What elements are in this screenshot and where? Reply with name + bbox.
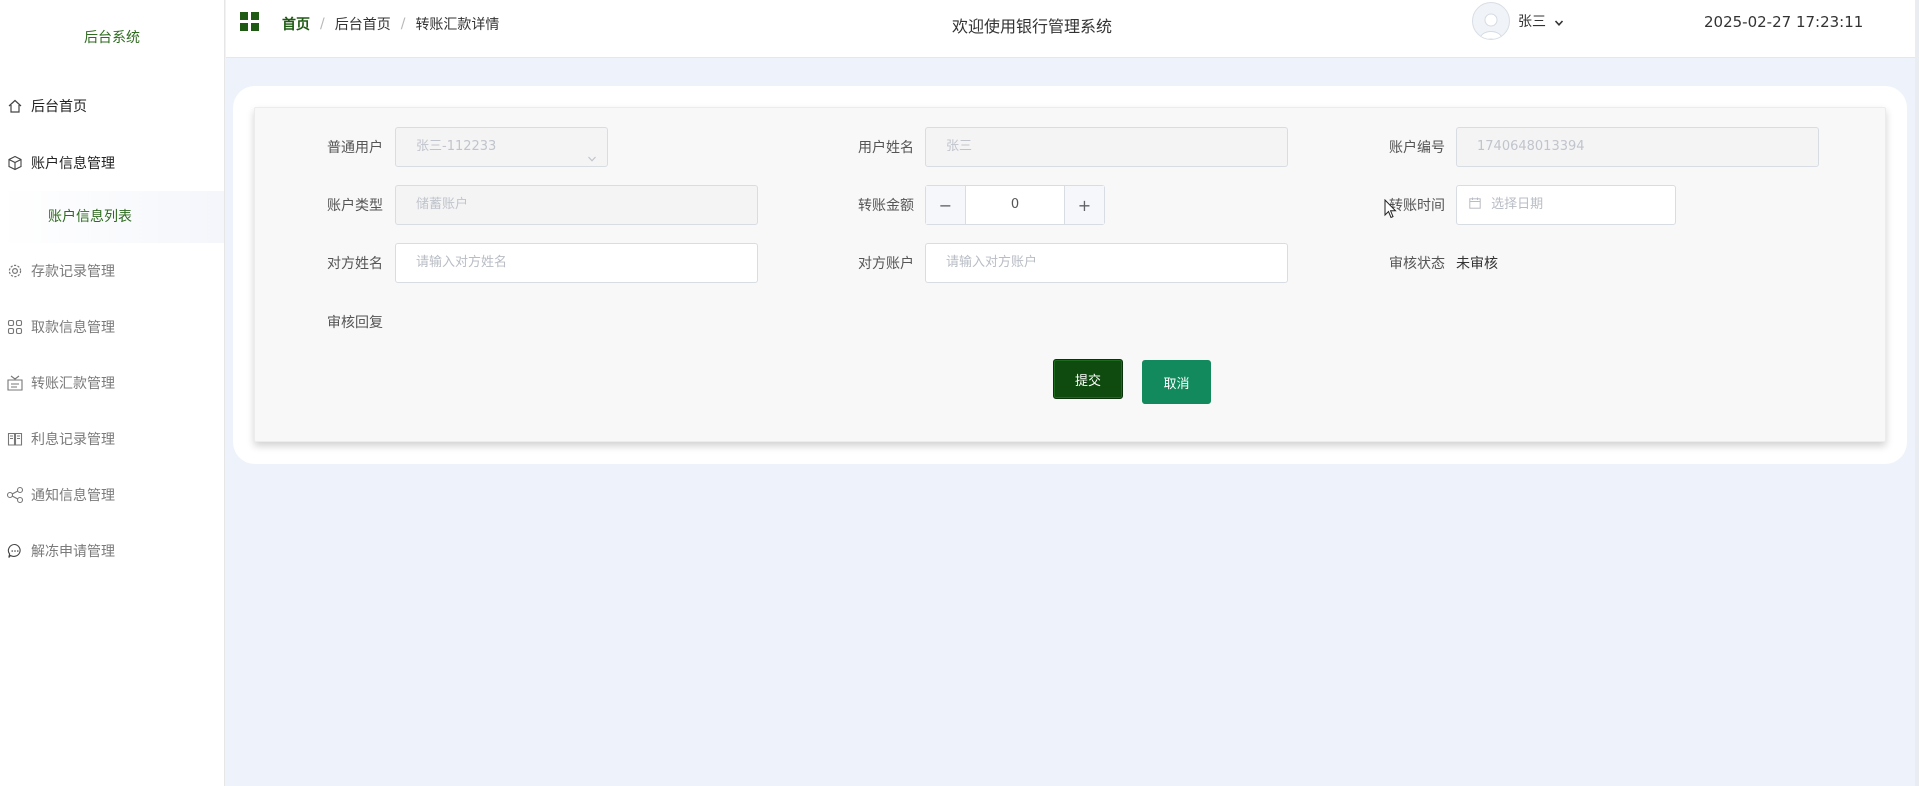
scrollbar[interactable] — [1915, 0, 1919, 786]
amount-label: 转账金额 — [858, 198, 914, 214]
transfer-time-label: 转账时间 — [1389, 198, 1445, 214]
page-title-wrap: 欢迎使用银行管理系统 — [770, 13, 1294, 37]
sidebar-item-label: 利息记录管理 — [31, 432, 115, 448]
account-type-value: 储蓄账户 — [416, 197, 469, 212]
amount-value[interactable]: 0 — [966, 186, 1064, 224]
transfer-icon — [6, 374, 24, 392]
avatar — [1472, 2, 1510, 40]
sidebar-item-account-info[interactable]: 账户信息管理 — [0, 135, 224, 191]
chevron-down-icon — [587, 142, 597, 162]
page-title: 欢迎使用银行管理系统 — [951, 17, 1112, 36]
peer-name-placeholder: 请输入对方姓名 — [416, 255, 508, 270]
sidebar-item-dashboard[interactable]: 后台首页 — [0, 76, 224, 135]
cancel-button[interactable]: 取消 — [1142, 360, 1211, 404]
audit-status-value: 未审核 — [1456, 256, 1498, 272]
user-select[interactable]: 张三-112233 — [395, 127, 608, 167]
sidebar-item-label: 转账汇款管理 — [31, 376, 115, 392]
peer-account-label: 对方账户 — [858, 256, 914, 272]
calendar-icon — [1469, 187, 1481, 209]
user-label: 普通用户 — [327, 140, 383, 156]
breadcrumb-separator: / — [400, 16, 406, 32]
sidebar-item-label: 取款信息管理 — [31, 320, 115, 336]
sidebar-item-label: 解冻申请管理 — [31, 544, 115, 560]
sidebar-item-interest[interactable]: 利息记录管理 — [0, 411, 224, 467]
name-label: 用户姓名 — [858, 140, 914, 156]
sidebar-item-label: 通知信息管理 — [31, 488, 115, 504]
sidebar-subitem-account-list[interactable]: 账户信息列表 — [0, 191, 224, 243]
breadcrumb-separator: / — [320, 16, 325, 32]
mouse-cursor-icon — [1384, 198, 1398, 219]
breadcrumb-home[interactable]: 首页 — [282, 14, 310, 34]
user-menu[interactable]: 张三 — [1472, 2, 1564, 40]
grid-icon — [6, 318, 24, 336]
breadcrumb-current: 转账汇款详情 — [415, 17, 500, 33]
sidebar-item-label: 账户信息管理 — [31, 156, 115, 172]
brand-title: 后台系统 — [84, 30, 140, 46]
peer-name-input[interactable]: 请输入对方姓名 — [395, 243, 758, 283]
user-name-value: 张三 — [946, 139, 973, 154]
account-no-label: 账户编号 — [1389, 140, 1445, 156]
chevron-down-icon — [1554, 16, 1564, 26]
sidebar-menu: 后台首页 账户信息管理 账户信息列表 存款记录管理 取款信息管理 转账汇款管理 — [0, 76, 224, 579]
transfer-date-placeholder: 选择日期 — [1491, 197, 1544, 212]
user-name: 张三 — [1518, 14, 1546, 30]
transfer-date-picker[interactable]: 选择日期 — [1456, 185, 1676, 225]
breadcrumb-dashboard[interactable]: 后台首页 — [335, 14, 391, 34]
sidebar: 后台系统 后台首页 账户信息管理 账户信息列表 存款记录管理 取款信息管理 转账… — [0, 0, 225, 786]
amount-stepper[interactable]: − 0 + — [925, 185, 1105, 225]
decrement-button[interactable]: − — [926, 186, 966, 224]
account-no-field[interactable]: 1740648013394 — [1456, 127, 1819, 167]
current-datetime: 2025-02-27 17:23:11 — [1704, 13, 1864, 31]
home-icon — [6, 97, 24, 115]
increment-button[interactable]: + — [1064, 186, 1104, 224]
sidebar-item-label: 存款记录管理 — [31, 264, 115, 280]
sidebar-item-unfreeze[interactable]: 解冻申请管理 — [0, 523, 224, 579]
audit-reply-label: 审核回复 — [327, 315, 383, 331]
peer-account-input[interactable]: 请输入对方账户 — [925, 243, 1288, 283]
top-header: 首页 / 后台首页 / 转账汇款详情 欢迎使用银行管理系统 张三 2025-02… — [226, 0, 1919, 58]
gear-icon — [6, 262, 24, 280]
ledger-icon — [6, 430, 24, 448]
breadcrumb: 首页 / 后台首页 / 转账汇款详情 — [282, 14, 499, 34]
user-select-value: 张三-112233 — [416, 139, 497, 154]
chat-icon — [6, 542, 24, 560]
sidebar-item-label: 后台首页 — [31, 98, 87, 115]
audit-status-label: 审核状态 — [1389, 256, 1445, 272]
sidebar-item-transfer[interactable]: 转账汇款管理 — [0, 355, 224, 411]
sidebar-item-notice[interactable]: 通知信息管理 — [0, 467, 224, 523]
sidebar-item-deposit[interactable]: 存款记录管理 — [0, 243, 224, 299]
peer-name-label: 对方姓名 — [327, 256, 383, 272]
user-name-field[interactable]: 张三 — [925, 127, 1288, 167]
account-type-label: 账户类型 — [327, 198, 383, 214]
cube-icon — [6, 154, 24, 172]
share-icon — [6, 486, 24, 504]
sidebar-item-withdraw[interactable]: 取款信息管理 — [0, 299, 224, 355]
peer-account-placeholder: 请输入对方账户 — [946, 255, 1038, 270]
account-no-value: 1740648013394 — [1477, 139, 1585, 154]
submit-button[interactable]: 提交 — [1053, 359, 1123, 399]
menu-toggle-icon[interactable] — [240, 12, 260, 32]
account-type-field[interactable]: 储蓄账户 — [395, 185, 758, 225]
